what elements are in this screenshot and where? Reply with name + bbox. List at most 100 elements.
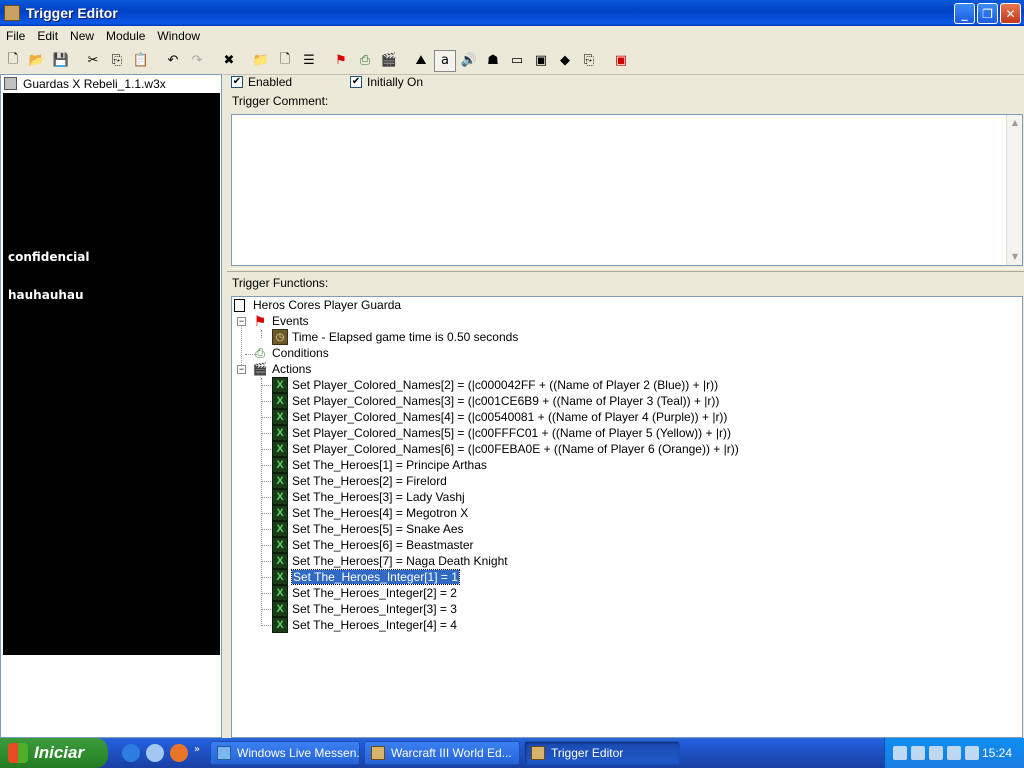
scroll-up-arrow-icon[interactable]: ▲ — [1007, 115, 1023, 131]
action-item[interactable]: X Set Player_Colored_Names[3] = (|c001CE6… — [261, 393, 719, 409]
action-item[interactable]: X Set The_Heroes[3] = Lady Vashj — [261, 489, 465, 505]
map-tree-root[interactable]: Guardas X Rebeli_1.1.w3x — [1, 75, 221, 92]
task-trigger-editor[interactable]: Trigger Editor — [524, 741, 680, 765]
action-item[interactable]: X Set The_Heroes[5] = Snake Aes — [261, 521, 464, 537]
minimize-button[interactable]: _ — [954, 3, 975, 24]
action-item[interactable]: X Set The_Heroes_Integer[3] = 3 — [261, 601, 457, 617]
delete-icon[interactable]: ✖ — [218, 50, 240, 72]
set-variable-icon: X — [272, 489, 288, 505]
network-icon[interactable] — [929, 746, 943, 760]
action-item[interactable]: X Set The_Heroes_Integer[1] = 1 — [261, 569, 460, 585]
enabled-checkbox[interactable]: ✔ — [231, 76, 243, 88]
new-category-icon[interactable]: 📁 — [250, 50, 272, 72]
maximize-button[interactable]: ❐ — [977, 3, 998, 24]
set-variable-icon: X — [272, 409, 288, 425]
object-manager-icon[interactable]: ⎘ — [578, 50, 600, 72]
save-icon[interactable]: 💾 — [50, 50, 72, 72]
trigger-root-node[interactable]: Heros Cores Player Guarda — [234, 297, 401, 313]
sound-editor-icon[interactable]: 🔊 — [458, 50, 480, 72]
trigger-editor-icon — [4, 5, 20, 21]
new-event-flag-icon[interactable]: ⚑ — [330, 50, 352, 72]
new-comment-icon[interactable]: ☰ — [298, 50, 320, 72]
action-text: Set The_Heroes[2] = Firelord — [292, 474, 447, 488]
action-item[interactable]: X Set The_Heroes[7] = Naga Death Knight — [261, 553, 508, 569]
events-node[interactable]: ⚑ Events — [252, 313, 309, 329]
comment-scrollbar[interactable]: ▲ ▼ — [1006, 115, 1022, 265]
map-name: Guardas X Rebeli_1.1.w3x — [23, 76, 166, 91]
tray-expand-icon[interactable] — [893, 746, 907, 760]
redo-icon[interactable]: ↷ — [186, 50, 208, 72]
task-warcraft-world-editor[interactable]: Warcraft III World Ed... — [364, 741, 520, 765]
ie-secondary-icon[interactable] — [146, 744, 164, 762]
copy-icon[interactable]: ⎘ — [106, 50, 128, 72]
internet-explorer-icon[interactable] — [122, 744, 140, 762]
conditions-node[interactable]: ⎙ Conditions — [252, 345, 329, 361]
task-windows-live-messenger[interactable]: Windows Live Messen... — [210, 741, 360, 765]
new-file-icon[interactable]: 🗋 — [2, 50, 24, 72]
title-bar[interactable]: Trigger Editor _ ❐ ✕ — [0, 0, 1024, 26]
action-item[interactable]: X Set The_Heroes_Integer[2] = 2 — [261, 585, 457, 601]
event-item[interactable]: ◷ Time - Elapsed game time is 0.50 secon… — [272, 329, 518, 345]
quick-launch: » — [122, 744, 202, 762]
open-folder-icon[interactable]: 📂 — [26, 50, 48, 72]
system-tray: 15:24 — [884, 738, 1024, 768]
import-manager-icon[interactable]: ◆ — [554, 50, 576, 72]
scroll-down-arrow-icon[interactable]: ▼ — [1007, 249, 1023, 265]
safely-remove-icon[interactable] — [965, 746, 979, 760]
menu-file[interactable]: File — [0, 29, 31, 43]
new-condition-icon[interactable]: ⎙ — [354, 50, 376, 72]
trigger-editor-task-icon — [531, 746, 545, 760]
trigger-editor-icon-button[interactable]: a — [434, 49, 456, 72]
action-item[interactable]: X Set The_Heroes[6] = Beastmaster — [261, 537, 474, 553]
events-collapse-toggle[interactable]: − — [237, 317, 246, 326]
firefox-icon[interactable] — [170, 744, 188, 762]
taskbar: Iniciar » Windows Live Messen... Warcraf… — [0, 738, 1024, 768]
trigger-tree-panel[interactable]: Guardas X Rebeli_1.1.w3x confidencial ha… — [0, 74, 222, 738]
new-trigger-icon[interactable]: 🗋 — [274, 50, 296, 72]
display-icon[interactable] — [947, 746, 961, 760]
action-text: Set The_Heroes[3] = Lady Vashj — [292, 490, 465, 504]
action-item[interactable]: X Set The_Heroes[4] = Megotron X — [261, 505, 468, 521]
action-item[interactable]: X Set Player_Colored_Names[5] = (|c00FFFC… — [261, 425, 731, 441]
trigger-comment-label: Trigger Comment: — [232, 94, 329, 108]
set-variable-icon: X — [272, 537, 288, 553]
menu-module[interactable]: Module — [100, 29, 151, 43]
undo-icon[interactable]: ↶ — [162, 50, 184, 72]
menu-edit[interactable]: Edit — [31, 29, 64, 43]
trigger-name: Heros Cores Player Guarda — [253, 298, 402, 312]
action-text: Set The_Heroes_Integer[4] = 4 — [292, 618, 457, 632]
paste-icon[interactable]: 📋 — [130, 50, 152, 72]
menu-window[interactable]: Window — [151, 29, 206, 43]
start-label: Iniciar — [34, 743, 85, 762]
actions-node[interactable]: 🎬 Actions — [252, 361, 312, 377]
terrain-editor-icon[interactable]: ⛰ — [410, 50, 432, 72]
menu-new[interactable]: New — [64, 29, 100, 43]
trigger-comment-textarea[interactable]: ▲ ▼ — [231, 114, 1023, 266]
action-item[interactable]: X Set Player_Colored_Names[2] = (|c000042… — [261, 377, 718, 393]
quick-launch-chevron-icon[interactable]: » — [194, 744, 202, 762]
cut-icon[interactable]: ✂ — [82, 50, 104, 72]
start-button[interactable]: Iniciar — [0, 738, 108, 768]
pane-splitter[interactable] — [227, 268, 1024, 272]
action-item[interactable]: X Set The_Heroes_Integer[4] = 4 — [261, 617, 457, 633]
action-item[interactable]: X Set The_Heroes[1] = Principe Arthas — [261, 457, 487, 473]
close-button[interactable]: ✕ — [1000, 3, 1021, 24]
test-map-icon[interactable]: ▣ — [610, 50, 632, 72]
object-editor-icon[interactable]: ☗ — [482, 50, 504, 72]
set-variable-icon: X — [272, 553, 288, 569]
trigger-functions-label: Trigger Functions: — [232, 276, 329, 290]
actions-collapse-toggle[interactable]: − — [237, 365, 246, 374]
action-item[interactable]: X Set Player_Colored_Names[4] = (|c005400… — [261, 409, 727, 425]
trigger-functions-tree[interactable]: Heros Cores Player Guarda − ⚑ Events ◷ T… — [231, 296, 1023, 738]
action-item[interactable]: X Set Player_Colored_Names[6] = (|c00FEBA… — [261, 441, 739, 457]
ai-editor-icon[interactable]: ▣ — [530, 50, 552, 72]
set-variable-icon: X — [272, 585, 288, 601]
campaign-editor-icon[interactable]: ▭ — [506, 50, 528, 72]
action-text: Set The_Heroes[5] = Snake Aes — [292, 522, 464, 536]
new-action-icon[interactable]: 🎬 — [378, 50, 400, 72]
volume-icon[interactable] — [911, 746, 925, 760]
menu-bar: File Edit New Module Window — [0, 26, 1024, 46]
set-variable-icon: X — [272, 441, 288, 457]
action-item[interactable]: X Set The_Heroes[2] = Firelord — [261, 473, 447, 489]
initially-on-checkbox[interactable]: ✔ — [350, 76, 363, 88]
